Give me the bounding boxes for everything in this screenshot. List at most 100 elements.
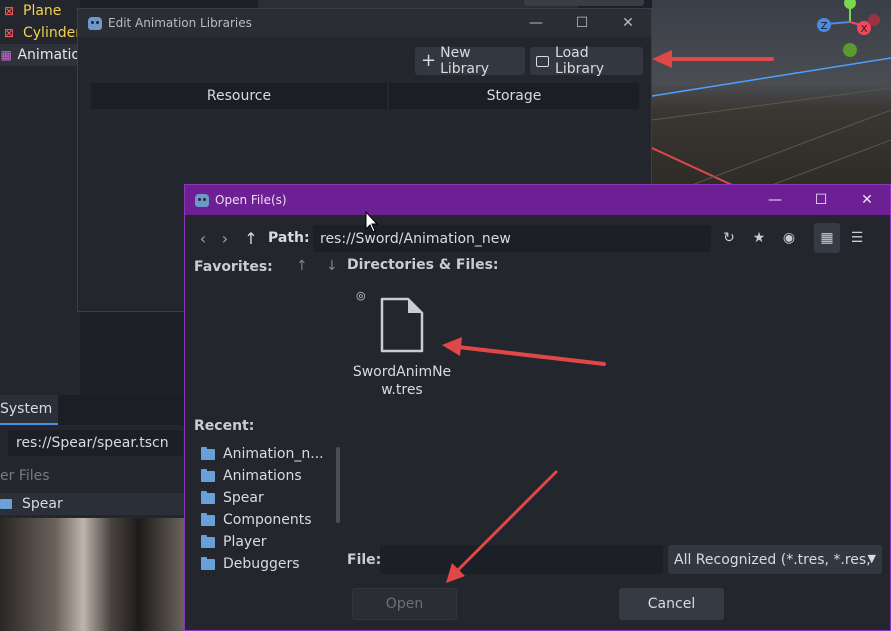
- recent-label: Recent:: [194, 418, 255, 434]
- new-library-label: New Library: [440, 45, 490, 77]
- library-table-header: Resource Storage: [91, 83, 639, 109]
- file-dialog-titlebar[interactable]: Open File(s) — ☐ ✕: [185, 185, 890, 215]
- recent-list: Animation_n... Animations Spear Componen…: [201, 443, 331, 575]
- chevron-down-icon: ▼: [867, 552, 876, 565]
- folder-icon: [201, 468, 215, 482]
- recent-item-label: Player: [223, 534, 267, 550]
- recent-item[interactable]: Player: [201, 531, 331, 553]
- minimize-icon[interactable]: —: [513, 9, 559, 37]
- recent-item-label: Components: [223, 512, 312, 528]
- recent-item[interactable]: Animations: [201, 465, 331, 487]
- svg-text:Z: Z: [821, 21, 828, 32]
- filesystem-path-text: res://Spear/spear.tscn: [16, 435, 169, 451]
- file-name-input[interactable]: [380, 545, 663, 574]
- view-gizmo[interactable]: X Z: [812, 0, 882, 64]
- perspective-menu[interactable]: [524, 0, 644, 6]
- scene-tree-item-label: Cylinder: [23, 25, 81, 41]
- refresh-icon[interactable]: ↻: [716, 223, 742, 253]
- file-name-label: File:: [347, 552, 382, 568]
- open-button[interactable]: Open: [352, 588, 457, 620]
- file-dialog-toolbar: ‹ › ↑ Path: res://Sword/Animation_new ↻ …: [185, 223, 890, 253]
- svg-text:X: X: [861, 24, 868, 35]
- file-item-sword-anim-new[interactable]: ◎ SwordAnimNew.tres: [350, 289, 454, 399]
- recent-item[interactable]: Spear: [201, 487, 331, 509]
- scene-tree-item-animation-player[interactable]: ▦ Animatio: [0, 44, 80, 66]
- maximize-icon[interactable]: ☐: [559, 9, 605, 37]
- load-library-button[interactable]: Load Library: [530, 45, 643, 77]
- scene-tree-item-plane[interactable]: ⊠ Plane: [0, 0, 61, 22]
- godot-icon: [195, 193, 209, 207]
- mesh-icon: ⊠: [3, 26, 15, 40]
- recent-item-label: Debuggers: [223, 556, 300, 572]
- path-input-text: res://Sword/Animation_new: [320, 230, 511, 247]
- scene-tree-panel: ⊠ Plane ⊠ Cylinder ▦ Animatio: [0, 0, 81, 395]
- folder-icon: [201, 512, 215, 526]
- up-directory-icon[interactable]: ↑: [240, 223, 262, 253]
- cancel-button-label: Cancel: [647, 596, 696, 612]
- thumbnail-view-icon[interactable]: ▦: [814, 223, 840, 253]
- recent-item[interactable]: Components: [201, 509, 331, 531]
- filesystem-path-row: res://Spear/spear.tscn: [0, 429, 185, 457]
- column-header-storage: Storage: [389, 83, 639, 109]
- scene-tree-item-cylinder[interactable]: ⊠ Cylinder: [0, 22, 81, 44]
- filesystem-filter-input[interactable]: er Files: [0, 465, 185, 487]
- close-icon[interactable]: ✕: [844, 185, 890, 215]
- file-type-filter-text: All Recognized (*.tres, *.res,: [674, 551, 871, 568]
- close-icon[interactable]: ✕: [605, 9, 651, 37]
- path-label: Path:: [268, 230, 310, 246]
- anim-dialog-title: Edit Animation Libraries: [108, 16, 252, 30]
- recent-item-label: Spear: [223, 490, 264, 506]
- path-input[interactable]: res://Sword/Animation_new: [313, 225, 711, 252]
- toggle-hidden-eye-icon[interactable]: ◉: [776, 223, 802, 253]
- document-icon: [380, 297, 424, 353]
- column-header-resource: Resource: [91, 83, 387, 109]
- mesh-icon: ⊠: [3, 4, 15, 18]
- scene-tree-item-label: Animatio: [17, 47, 80, 63]
- folder-icon: [201, 534, 215, 548]
- move-favorite-up-icon[interactable]: ↑: [296, 258, 308, 274]
- load-library-label: Load Library: [555, 45, 604, 77]
- open-button-label: Open: [385, 596, 424, 612]
- filesystem-dock: System res://Spear/spear.tscn er Files S…: [0, 395, 185, 520]
- favorite-star-icon[interactable]: ★: [746, 223, 772, 253]
- filesystem-tabbar: System: [0, 395, 185, 425]
- filesystem-filter-text: er Files: [0, 468, 50, 484]
- filesystem-path-input[interactable]: res://Spear/spear.tscn: [8, 430, 183, 456]
- list-view-icon[interactable]: ☰: [844, 223, 870, 253]
- animation-player-icon: ▦: [0, 48, 12, 62]
- new-library-button[interactable]: + New Library: [415, 45, 525, 77]
- file-type-filter-select[interactable]: All Recognized (*.tres, *.res, ▼: [668, 545, 882, 574]
- file-dialog-window-controls: — ☐ ✕: [752, 185, 890, 213]
- filesystem-folder-label: Spear: [22, 496, 63, 512]
- folder-open-icon: [536, 55, 550, 67]
- column-header-storage-label: Storage: [486, 88, 542, 104]
- tab-filesystem-label: System: [0, 401, 53, 417]
- anim-dialog-window-controls: — ☐ ✕: [513, 9, 651, 37]
- cancel-button[interactable]: Cancel: [619, 588, 724, 620]
- anim-dialog-titlebar[interactable]: Edit Animation Libraries — ☐ ✕: [78, 9, 651, 37]
- favorites-label: Favorites:: [194, 259, 273, 275]
- folder-icon: [201, 446, 215, 460]
- file-item-name: SwordAnimNew.tres: [352, 364, 452, 398]
- minimize-icon[interactable]: —: [752, 185, 798, 215]
- folder-icon: [201, 490, 215, 504]
- back-icon[interactable]: ‹: [192, 223, 214, 253]
- forward-icon[interactable]: ›: [214, 223, 236, 253]
- resource-icon: ◎: [356, 289, 366, 302]
- godot-icon: [88, 16, 102, 30]
- recent-item[interactable]: Debuggers: [201, 553, 331, 575]
- plus-icon: +: [421, 50, 437, 71]
- file-dialog-title: Open File(s): [215, 193, 287, 207]
- recent-item-label: Animations: [223, 468, 302, 484]
- tab-filesystem[interactable]: System: [0, 395, 58, 425]
- maximize-icon[interactable]: ☐: [798, 185, 844, 215]
- recent-item[interactable]: Animation_n...: [201, 443, 331, 465]
- recent-scrollbar[interactable]: [336, 447, 340, 523]
- folder-icon: [201, 556, 215, 570]
- move-favorite-down-icon[interactable]: ↓: [326, 258, 338, 274]
- 3d-viewport[interactable]: X Z: [652, 0, 891, 185]
- camera-preview: [0, 518, 185, 631]
- column-header-resource-label: Resource: [206, 88, 272, 104]
- recent-item-label: Animation_n...: [223, 446, 324, 462]
- filesystem-folder-item[interactable]: Spear: [0, 493, 185, 515]
